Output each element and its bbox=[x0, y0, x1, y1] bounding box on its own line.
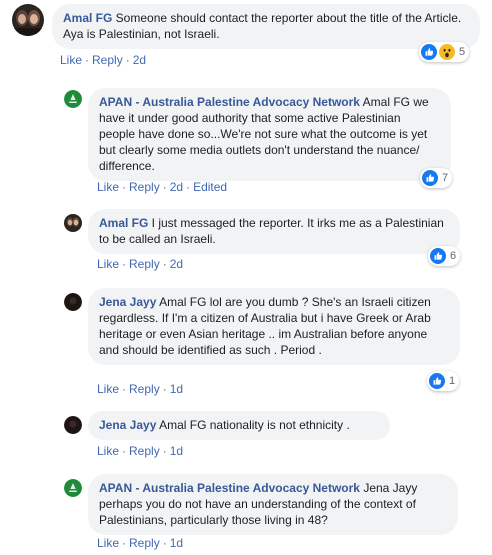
like-icon bbox=[429, 373, 445, 389]
like-button[interactable]: Like bbox=[97, 257, 119, 271]
avatar[interactable] bbox=[64, 416, 82, 434]
separator: · bbox=[122, 180, 127, 194]
reaction-count: 5 bbox=[459, 46, 466, 58]
comment-text: I just messaged the reporter. It irks me… bbox=[99, 216, 444, 246]
separator: · bbox=[122, 257, 127, 271]
reaction-count: 6 bbox=[450, 250, 457, 262]
like-button[interactable]: Like bbox=[97, 382, 119, 396]
separator: · bbox=[122, 382, 127, 396]
comment-actions: Like · Reply · 2d bbox=[97, 257, 183, 271]
comment-timestamp[interactable]: 2d bbox=[170, 257, 183, 271]
comment-actions: Like · Reply · 1d bbox=[97, 536, 183, 550]
comment-author[interactable]: Jena Jayy bbox=[99, 295, 156, 309]
like-icon bbox=[430, 248, 446, 264]
comment-text: Amal FG nationality is not ethnicity . bbox=[156, 418, 350, 432]
edited-link[interactable]: Edited bbox=[193, 180, 227, 194]
comment-bubble: Jena Jayy Amal FG nationality is not eth… bbox=[88, 411, 390, 440]
avatar[interactable] bbox=[12, 4, 44, 36]
comment-timestamp[interactable]: 1d bbox=[170, 382, 183, 396]
avatar[interactable] bbox=[64, 293, 82, 311]
comment-author[interactable]: APAN - Australia Palestine Advocacy Netw… bbox=[99, 95, 360, 109]
reaction-summary[interactable]: 1 bbox=[427, 371, 460, 391]
comment-author[interactable]: Jena Jayy bbox=[99, 418, 156, 432]
like-button[interactable]: Like bbox=[60, 53, 82, 67]
separator: · bbox=[162, 536, 167, 550]
comment-actions: Like · Reply · 1d bbox=[97, 444, 183, 458]
comment-actions: Like · Reply · 2d bbox=[60, 53, 146, 67]
reaction-count: 7 bbox=[442, 172, 449, 184]
comment-author[interactable]: Amal FG bbox=[63, 11, 112, 25]
comment-bubble: Jena Jayy Amal FG lol are you dumb ? She… bbox=[88, 288, 460, 365]
reply-button[interactable]: Reply bbox=[129, 257, 160, 271]
separator: · bbox=[162, 444, 167, 458]
reply-button[interactable]: Reply bbox=[129, 180, 160, 194]
comment-actions: Like · Reply · 1d bbox=[97, 382, 183, 396]
comment-author[interactable]: Amal FG bbox=[99, 216, 148, 230]
separator: · bbox=[162, 382, 167, 396]
comment-author[interactable]: APAN - Australia Palestine Advocacy Netw… bbox=[99, 481, 360, 495]
separator: · bbox=[162, 257, 167, 271]
comment-actions: Like · Reply · 2d · Edited bbox=[97, 180, 227, 194]
reaction-summary[interactable]: 6 bbox=[428, 246, 461, 266]
reply-button[interactable]: Reply bbox=[129, 382, 160, 396]
like-button[interactable]: Like bbox=[97, 180, 119, 194]
avatar[interactable] bbox=[64, 90, 82, 108]
avatar[interactable] bbox=[64, 479, 82, 497]
separator: · bbox=[122, 444, 127, 458]
like-icon bbox=[422, 170, 438, 186]
comment-timestamp[interactable]: 2d bbox=[170, 180, 183, 194]
comment-timestamp[interactable]: 1d bbox=[170, 444, 183, 458]
separator: · bbox=[125, 53, 130, 67]
comment-timestamp[interactable]: 1d bbox=[170, 536, 183, 550]
separator: · bbox=[122, 536, 127, 550]
comment-bubble: APAN - Australia Palestine Advocacy Netw… bbox=[88, 88, 451, 181]
comment-bubble: Amal FG Someone should contact the repor… bbox=[52, 4, 480, 49]
reply-button[interactable]: Reply bbox=[129, 536, 160, 550]
reaction-count: 1 bbox=[449, 375, 456, 387]
avatar[interactable] bbox=[64, 214, 82, 232]
reply-button[interactable]: Reply bbox=[92, 53, 123, 67]
comment-timestamp[interactable]: 2d bbox=[133, 53, 146, 67]
comment-bubble: Amal FG I just messaged the reporter. It… bbox=[88, 209, 460, 254]
comment-text: Someone should contact the reporter abou… bbox=[63, 11, 462, 41]
wow-icon bbox=[439, 44, 455, 60]
reaction-summary[interactable]: 5 bbox=[419, 42, 470, 62]
reply-button[interactable]: Reply bbox=[129, 444, 160, 458]
like-button[interactable]: Like bbox=[97, 444, 119, 458]
comment-bubble: APAN - Australia Palestine Advocacy Netw… bbox=[88, 474, 458, 535]
separator: · bbox=[186, 180, 191, 194]
like-button[interactable]: Like bbox=[97, 536, 119, 550]
separator: · bbox=[162, 180, 167, 194]
separator: · bbox=[85, 53, 90, 67]
like-icon bbox=[421, 44, 437, 60]
reaction-summary[interactable]: 7 bbox=[420, 168, 453, 188]
